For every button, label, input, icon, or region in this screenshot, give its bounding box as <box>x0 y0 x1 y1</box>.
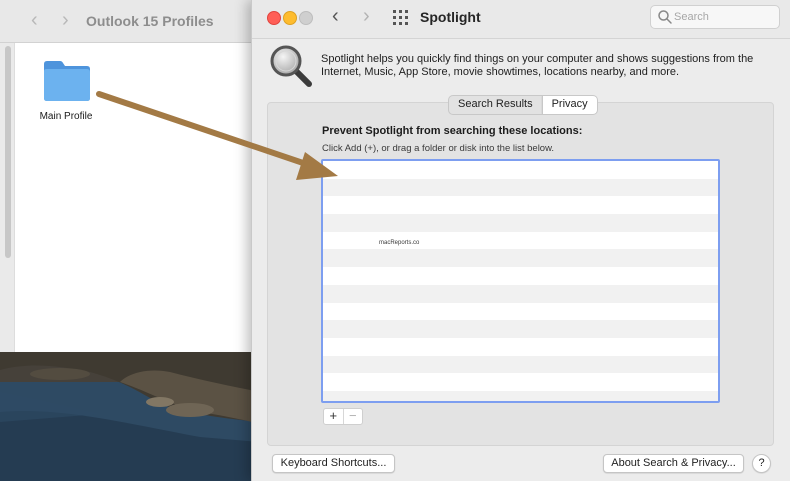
window-title: Spotlight <box>420 9 481 25</box>
folder-icon[interactable] <box>42 58 92 102</box>
tab-search-results[interactable]: Search Results <box>449 96 542 114</box>
finder-window: ‹ › Outlook 15 Profiles Main Profile <box>0 0 262 352</box>
search-field[interactable] <box>650 5 780 29</box>
list-row[interactable] <box>323 267 718 285</box>
add-button[interactable]: + <box>324 409 343 424</box>
list-row[interactable] <box>323 338 718 356</box>
list-row[interactable] <box>323 249 718 268</box>
help-button[interactable]: ? <box>752 454 771 473</box>
minimize-button[interactable] <box>283 11 297 25</box>
list-row[interactable] <box>323 178 718 197</box>
list-row[interactable] <box>323 390 718 401</box>
add-remove-control: + − <box>323 408 363 425</box>
privacy-hint: Click Add (+), or drag a folder or disk … <box>322 143 555 154</box>
spotlight-description: Spotlight helps you quickly find things … <box>321 53 754 78</box>
list-row[interactable] <box>323 355 718 374</box>
search-icon <box>658 10 672 24</box>
back-arrow-icon[interactable]: ‹ <box>31 10 38 30</box>
list-row[interactable] <box>323 214 718 232</box>
spotlight-preferences-window: ‹ › Spotlight Spotlight <box>251 0 790 481</box>
back-arrow-icon[interactable]: ‹ <box>332 6 339 26</box>
about-search-privacy-button[interactable]: About Search & Privacy... <box>603 454 744 473</box>
show-all-grid-icon[interactable] <box>393 10 408 25</box>
desktop-wallpaper <box>0 352 260 481</box>
watermark-text: macReports.co <box>379 240 420 246</box>
list-row[interactable] <box>323 196 718 214</box>
finder-scrollbar[interactable] <box>5 46 11 258</box>
excluded-locations-list[interactable]: macReports.co <box>321 159 720 403</box>
close-button[interactable] <box>267 11 281 25</box>
zoom-button[interactable] <box>299 11 313 25</box>
list-row[interactable] <box>323 284 718 303</box>
spotlight-magnifier-icon <box>270 45 312 87</box>
finder-toolbar: ‹ › Outlook 15 Profiles <box>0 0 262 43</box>
forward-arrow-icon[interactable]: › <box>62 10 69 30</box>
list-row[interactable] <box>323 161 718 179</box>
tab-bar: Search Results Privacy <box>448 95 598 115</box>
tab-privacy[interactable]: Privacy <box>541 96 597 114</box>
folder-label[interactable]: Main Profile <box>30 111 102 122</box>
keyboard-shortcuts-button[interactable]: Keyboard Shortcuts... <box>272 454 395 473</box>
privacy-heading: Prevent Spotlight from searching these l… <box>322 125 583 137</box>
list-row[interactable] <box>323 320 718 338</box>
prefs-toolbar: ‹ › Spotlight <box>252 0 790 39</box>
list-row[interactable] <box>323 303 718 321</box>
finder-window-title: Outlook 15 Profiles <box>86 13 214 29</box>
remove-button[interactable]: − <box>342 409 363 424</box>
search-input[interactable] <box>674 9 772 24</box>
list-row[interactable] <box>323 373 718 391</box>
tab-panel: Prevent Spotlight from searching these l… <box>267 102 774 446</box>
forward-arrow-icon[interactable]: › <box>363 6 370 26</box>
